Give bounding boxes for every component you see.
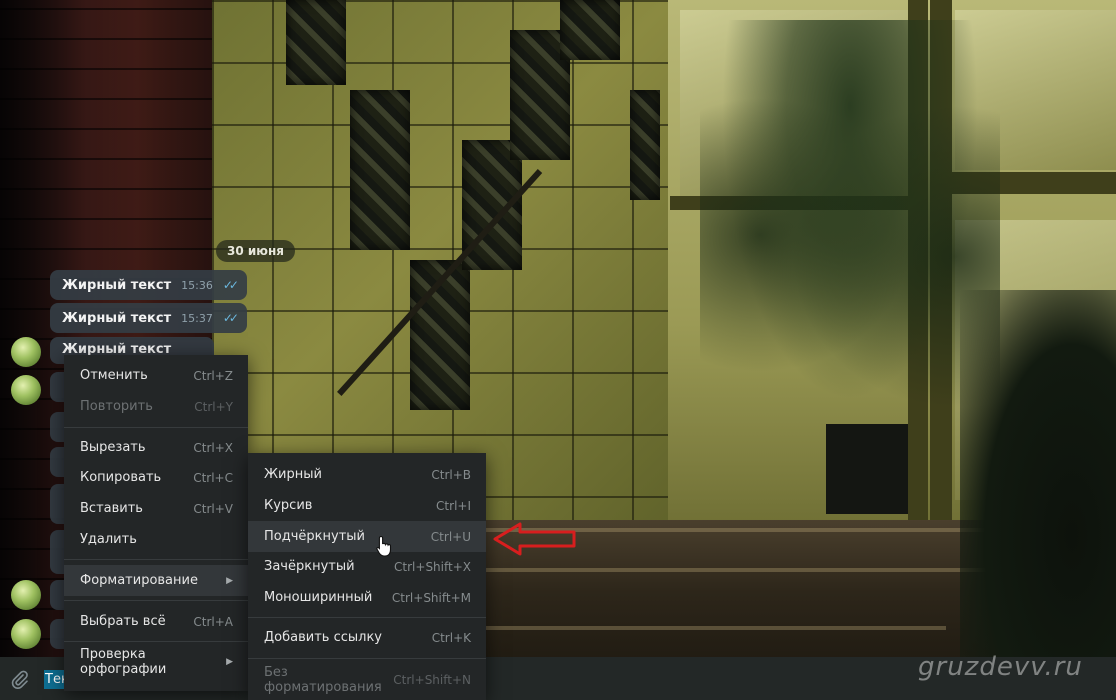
menu-item-label: Копировать <box>80 470 162 485</box>
menu-item-shortcut: Ctrl+Y <box>194 399 233 414</box>
menu-item-strikethrough[interactable]: Зачёркнутый Ctrl+Shift+X <box>248 551 486 582</box>
menu-separator <box>64 600 248 601</box>
step-edge <box>486 568 1006 572</box>
menu-item-label: Без форматирования <box>264 664 382 695</box>
menu-item-redo[interactable]: Повторить Ctrl+Y <box>64 391 248 422</box>
triangle-right-icon: ▶ <box>226 656 233 667</box>
menu-item-cut[interactable]: Вырезать Ctrl+X <box>64 432 248 463</box>
menu-item-label: Зачёркнутый <box>264 559 355 574</box>
bush <box>960 290 1116 700</box>
triangle-right-icon: ▶ <box>226 575 233 586</box>
menu-item-label: Проверка орфографии <box>80 646 167 677</box>
menu-item-label: Повторить <box>80 399 153 414</box>
menu-item-shortcut: Ctrl+Shift+N <box>393 672 471 687</box>
menu-item-shortcut: Ctrl+K <box>431 630 471 645</box>
paperclip-icon[interactable] <box>11 670 29 695</box>
menu-item-shortcut: Ctrl+V <box>193 501 233 516</box>
menu-item-label: Удалить <box>80 532 137 547</box>
menu-item-shortcut: Ctrl+U <box>430 529 471 544</box>
menu-item-shortcut: Ctrl+A <box>193 614 233 629</box>
double-check-icon: ✓✓ <box>222 278 239 292</box>
message-time: 15:36 <box>181 278 213 292</box>
message-bubble[interactable]: Жирный текст 15:36 ✓✓ <box>50 270 247 300</box>
menu-item-shortcut: Ctrl+Shift+X <box>394 559 471 574</box>
menu-item-label: Моноширинный <box>264 590 373 605</box>
menu-separator <box>248 658 486 659</box>
tile-dark <box>630 90 660 200</box>
hand-cursor-icon <box>376 535 392 561</box>
step-edge <box>486 626 946 630</box>
double-check-icon: ✓✓ <box>222 311 239 325</box>
message-text: Жирный текст <box>62 310 172 326</box>
tile-dark <box>560 0 620 60</box>
menu-item-shortcut: Ctrl+C <box>193 470 233 485</box>
menu-separator <box>64 559 248 560</box>
menu-item-spellcheck[interactable]: Проверка орфографии ▶ <box>64 646 248 677</box>
avatar[interactable] <box>11 337 41 367</box>
menu-item-paste[interactable]: Вставить Ctrl+V <box>64 493 248 524</box>
menu-item-select-all[interactable]: Выбрать всё Ctrl+A <box>64 606 248 637</box>
menu-item-clear-formatting[interactable]: Без форматирования Ctrl+Shift+N <box>248 664 486 695</box>
menu-item-shortcut: Ctrl+Shift+M <box>391 590 471 605</box>
menu-item-undo[interactable]: Отменить Ctrl+Z <box>64 360 248 391</box>
palm-plant <box>700 20 1000 450</box>
menu-item-label: Жирный <box>264 467 322 482</box>
menu-item-formatting[interactable]: Форматирование ▶ <box>64 565 248 596</box>
watermark: gruzdevv.ru <box>918 652 1083 682</box>
menu-item-copy[interactable]: Копировать Ctrl+C <box>64 462 248 493</box>
context-menu: Отменить Ctrl+Z Повторить Ctrl+Y Вырезат… <box>64 355 248 691</box>
menu-item-shortcut: Ctrl+B <box>431 467 471 482</box>
avatar[interactable] <box>11 580 41 610</box>
menu-item-label: Форматирование <box>80 573 198 588</box>
menu-item-label: Вставить <box>80 501 143 516</box>
menu-item-label: Курсив <box>264 498 313 513</box>
message-text: Жирный текст <box>62 277 172 293</box>
menu-item-monospace[interactable]: Моноширинный Ctrl+Shift+M <box>248 582 486 613</box>
menu-item-italic[interactable]: Курсив Ctrl+I <box>248 490 486 521</box>
date-separator: 30 июня <box>216 240 295 262</box>
menu-separator <box>248 617 486 618</box>
menu-item-delete[interactable]: Удалить <box>64 524 248 555</box>
message-time: 15:37 <box>181 311 213 325</box>
menu-item-label: Добавить ссылку <box>264 630 382 645</box>
menu-item-shortcut: Ctrl+Z <box>193 368 233 383</box>
menu-item-shortcut: Ctrl+I <box>436 498 471 513</box>
menu-item-underline[interactable]: Подчёркнутый Ctrl+U <box>248 521 486 552</box>
menu-separator <box>64 641 248 642</box>
tile-dark <box>286 0 346 85</box>
menu-item-add-link[interactable]: Добавить ссылку Ctrl+K <box>248 622 486 653</box>
menu-item-label: Подчёркнутый <box>264 529 365 544</box>
formatting-submenu: Жирный Ctrl+B Курсив Ctrl+I Подчёркнутый… <box>248 453 486 700</box>
plant-pot <box>826 424 908 514</box>
tile-dark <box>350 90 410 250</box>
message-bubble[interactable]: Жирный текст 15:37 ✓✓ <box>50 303 247 333</box>
menu-item-label: Выбрать всё <box>80 614 166 629</box>
menu-item-bold[interactable]: Жирный Ctrl+B <box>248 459 486 490</box>
red-arrow-icon <box>492 521 578 561</box>
avatar[interactable] <box>11 619 41 649</box>
menu-item-shortcut: Ctrl+X <box>193 440 233 455</box>
menu-item-label: Вырезать <box>80 440 146 455</box>
menu-item-label: Отменить <box>80 368 148 383</box>
menu-separator <box>64 427 248 428</box>
avatar[interactable] <box>11 375 41 405</box>
